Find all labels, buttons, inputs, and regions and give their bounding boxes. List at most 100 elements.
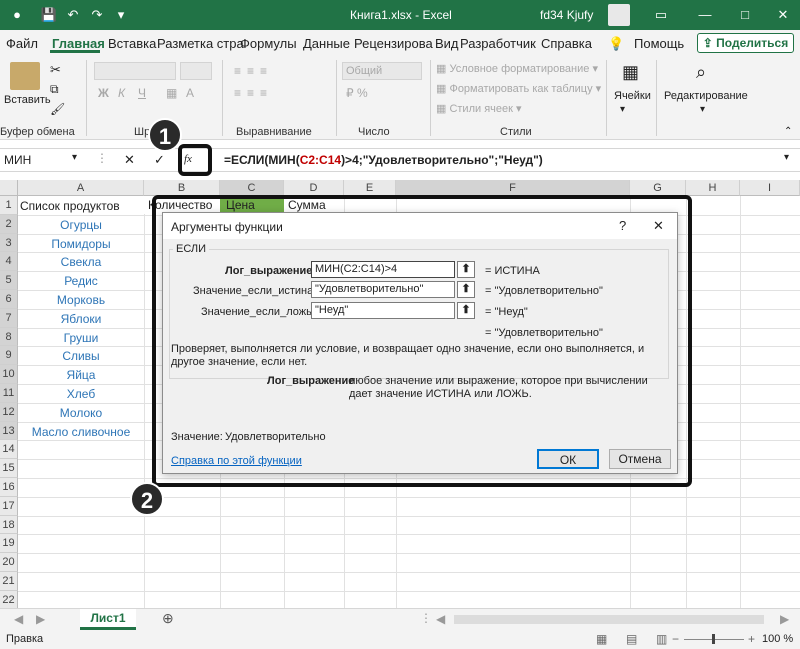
tab-home[interactable]: Главная — [52, 36, 105, 51]
column-header[interactable]: E — [344, 180, 396, 196]
prev-sheet-icon[interactable]: ◀ — [14, 612, 23, 626]
autosave-icon[interactable]: ● — [8, 6, 26, 24]
tab-file[interactable]: Файл — [6, 36, 38, 51]
row-header[interactable]: 15 — [0, 459, 18, 478]
maximize-icon[interactable]: □ — [736, 6, 754, 24]
avatar[interactable] — [608, 4, 630, 26]
page-break-icon[interactable]: ▥ — [656, 632, 667, 646]
format-as-table-button[interactable]: ▦ Форматировать как таблицу ▾ — [436, 82, 601, 95]
name-box[interactable]: МИН — [4, 153, 31, 167]
row-header[interactable]: 21 — [0, 572, 18, 591]
customize-icon[interactable]: ▾ — [112, 6, 130, 24]
copy-icon[interactable]: ⧉ — [50, 82, 59, 97]
row-header[interactable]: 11 — [0, 384, 18, 403]
tab-data[interactable]: Данные — [303, 36, 350, 51]
currency-icon[interactable]: ₽ % — [346, 86, 368, 100]
share-button[interactable]: ⇪ Поделиться — [697, 33, 794, 53]
tab-insert[interactable]: Вставка — [108, 36, 156, 51]
row-header[interactable]: 17 — [0, 496, 18, 516]
tab-review[interactable]: Рецензирова — [354, 36, 433, 51]
row-header[interactable]: 12 — [0, 402, 18, 422]
borders-icon[interactable]: ▦ — [166, 86, 177, 100]
row-header[interactable]: 16 — [0, 478, 18, 497]
close-icon[interactable]: ✕ — [774, 6, 792, 24]
cell-a2[interactable]: Огурцы — [18, 218, 144, 232]
search-icon[interactable]: ⌕ — [696, 62, 706, 83]
number-format-select[interactable]: Общий — [342, 62, 422, 80]
row-header[interactable]: 18 — [0, 515, 18, 535]
font-size-select[interactable] — [180, 62, 212, 80]
row-header[interactable]: 4 — [0, 252, 18, 272]
cut-icon[interactable]: ✂ — [50, 62, 61, 78]
next-sheet-icon[interactable]: ▶ — [36, 612, 45, 626]
sheet-tab[interactable]: Лист1 — [80, 609, 136, 630]
row-header[interactable]: 3 — [0, 233, 18, 253]
row-header[interactable]: 14 — [0, 440, 18, 460]
select-all-corner[interactable] — [0, 180, 18, 196]
tab-page-layout[interactable]: Разметка стра — [157, 36, 244, 51]
column-header[interactable]: D — [284, 180, 344, 196]
tab-view[interactable]: Вид — [435, 36, 459, 51]
chevron-down-icon[interactable]: ▾ — [72, 152, 77, 163]
font-name-select[interactable] — [94, 62, 176, 80]
tab-formulas[interactable]: Формулы — [240, 36, 297, 51]
bold-icon[interactable]: Ж — [98, 86, 109, 100]
editing-button[interactable]: Редактирование — [664, 90, 748, 102]
column-header[interactable]: H — [686, 180, 740, 196]
cell-a7[interactable]: Яблоки — [18, 312, 144, 326]
row-header[interactable]: 7 — [0, 308, 18, 328]
add-sheet-icon[interactable]: ⊕ — [162, 610, 174, 627]
collapse-ribbon-icon[interactable]: ⌃ — [784, 126, 792, 137]
cell-a1[interactable]: Список продуктов — [18, 199, 144, 213]
paste-button[interactable]: Вставить — [4, 94, 51, 106]
horizontal-scrollbar[interactable] — [454, 615, 764, 624]
row-header[interactable]: 6 — [0, 290, 18, 309]
minimize-icon[interactable]: — — [696, 6, 714, 24]
cancel-icon[interactable]: ✕ — [124, 152, 135, 168]
column-header[interactable]: A — [18, 180, 144, 196]
zoom-level[interactable]: 100 % — [762, 633, 793, 645]
row-header[interactable]: 19 — [0, 534, 18, 554]
paste-icon[interactable] — [10, 62, 40, 90]
column-header[interactable]: I — [740, 180, 800, 196]
column-header[interactable]: G — [630, 180, 686, 196]
row-header[interactable]: 20 — [0, 553, 18, 572]
underline-icon[interactable]: Ч — [138, 86, 146, 100]
italic-icon[interactable]: К — [118, 86, 125, 100]
cell-a4[interactable]: Свекла — [18, 255, 144, 269]
row-header[interactable]: 2 — [0, 214, 18, 234]
scroll-right-icon[interactable]: ▶ — [780, 612, 789, 626]
scroll-left-icon[interactable]: ◀ — [436, 612, 445, 626]
cells-button[interactable]: Ячейки — [614, 90, 651, 102]
conditional-formatting-button[interactable]: ▦ Условное форматирование ▾ — [436, 62, 598, 75]
column-header[interactable]: C — [220, 180, 284, 196]
row-header[interactable]: 1 — [0, 196, 18, 215]
align-top-icons[interactable]: ≡≡≡ — [234, 64, 273, 78]
tell-me-input[interactable]: Помощь — [634, 36, 684, 51]
column-header[interactable]: F — [396, 180, 630, 196]
cell-a9[interactable]: Сливы — [18, 349, 144, 363]
save-icon[interactable]: 💾 — [40, 6, 58, 24]
confirm-icon[interactable]: ✓ — [154, 152, 165, 168]
row-header[interactable]: 13 — [0, 421, 18, 441]
row-header[interactable]: 22 — [0, 590, 18, 610]
zoom-thumb[interactable] — [712, 634, 715, 644]
cell-a11[interactable]: Хлеб — [18, 387, 144, 401]
expand-formula-icon[interactable]: ▾ — [784, 152, 789, 163]
row-header[interactable]: 8 — [0, 327, 18, 347]
normal-view-icon[interactable]: ▦ — [596, 632, 607, 646]
row-header[interactable]: 5 — [0, 271, 18, 290]
cell-a5[interactable]: Редис — [18, 274, 144, 288]
cell-a13[interactable]: Масло сливочное — [18, 425, 144, 439]
format-painter-icon[interactable]: 🖌 — [50, 102, 65, 116]
row-header[interactable]: 9 — [0, 346, 18, 366]
align-left-icons[interactable]: ≡≡≡ — [234, 86, 273, 100]
tab-help[interactable]: Справка — [541, 36, 592, 51]
cell-a6[interactable]: Морковь — [18, 293, 144, 307]
zoom-out-icon[interactable]: − — [672, 632, 679, 646]
row-header[interactable]: 10 — [0, 365, 18, 384]
cell-a3[interactable]: Помидоры — [18, 237, 144, 251]
undo-icon[interactable]: ↶ — [64, 6, 82, 24]
zoom-in-icon[interactable]: + — [748, 632, 755, 646]
redo-icon[interactable]: ↷ — [88, 6, 106, 24]
